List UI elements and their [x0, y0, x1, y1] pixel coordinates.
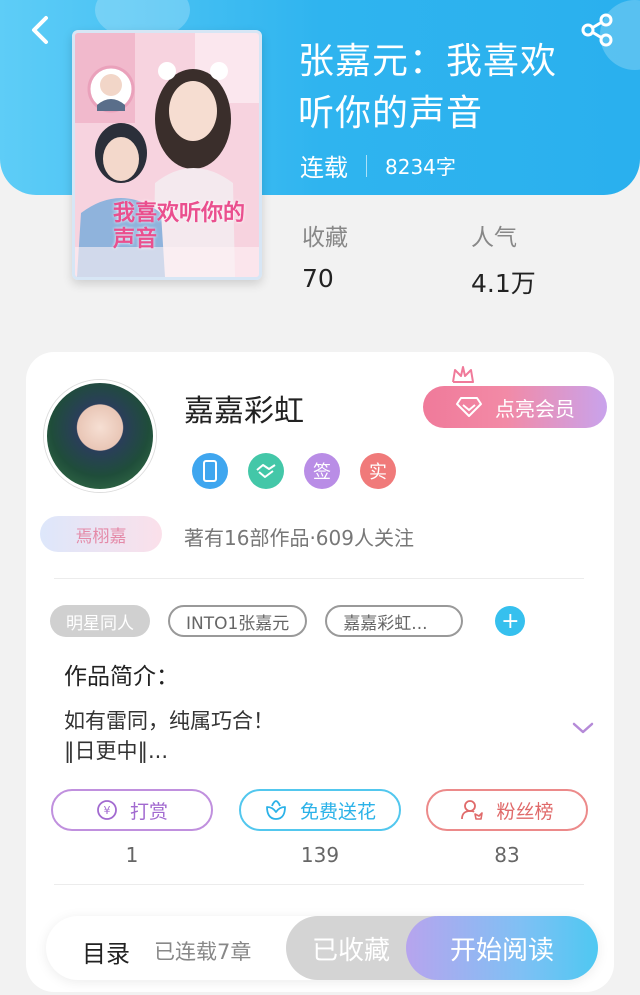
tip-count: 1 — [125, 843, 139, 867]
vip-button[interactable]: 点亮会员 — [423, 386, 607, 428]
send-flower-label: 免费送花 — [299, 800, 376, 823]
fan-count: 83 — [494, 843, 520, 867]
start-reading-label: 开始阅读 — [449, 935, 554, 966]
book-cover[interactable]: 我喜欢听你的声音 — [72, 30, 262, 280]
flower-count: 139 — [300, 843, 340, 867]
tag-item[interactable]: INTO1张嘉元 — [168, 605, 308, 637]
favorites-stat: 收藏 70 — [302, 218, 348, 293]
tag-item[interactable]: 嘉嘉彩虹... — [325, 605, 464, 637]
chevron-left-icon — [32, 16, 48, 44]
fan-ranking-button[interactable]: 粉丝榜 — [426, 789, 588, 831]
verified-badge-text: 实 — [369, 462, 387, 483]
signed-badge: 签 — [304, 453, 340, 489]
author-nickname-badge: 焉栩嘉 — [40, 516, 162, 552]
intro-line: ‖日更中‖... — [64, 739, 169, 763]
handshake-icon — [248, 453, 284, 489]
author-name[interactable]: 嘉嘉彩虹 — [184, 386, 304, 430]
tip-button-label: 打赏 — [129, 800, 168, 823]
author-meta: 著有16部作品·609人关注 — [184, 526, 414, 550]
tag-item[interactable]: 明星同人 — [50, 605, 150, 637]
add-tag-button[interactable]: + — [495, 606, 526, 636]
verified-badge: 实 — [360, 453, 396, 489]
diamond-icon — [456, 397, 482, 417]
book-title-line: 听你的声音 — [298, 93, 484, 134]
svg-text:¥: ¥ — [103, 804, 110, 817]
flower-icon — [266, 800, 286, 820]
start-reading-button[interactable]: 开始阅读 — [406, 916, 598, 980]
popularity-value: 4.1万 — [471, 269, 536, 298]
back-button[interactable] — [22, 10, 62, 50]
serial-status: 连载 — [300, 154, 348, 182]
divider — [54, 578, 584, 579]
plus-icon: + — [501, 608, 520, 634]
divider — [54, 884, 584, 885]
intro-text[interactable]: 如有雷同，纯属巧合！ ‖日更中‖... — [64, 706, 274, 766]
book-status-row: 连载 8234字 — [300, 148, 456, 183]
crown-icon — [452, 366, 474, 383]
coin-icon: ¥ — [97, 800, 117, 820]
fan-ranking-label: 粉丝榜 — [496, 800, 554, 823]
favorited-label: 已收藏 — [312, 935, 391, 966]
favorites-value: 70 — [302, 264, 334, 293]
popularity-label: 人气 — [471, 225, 517, 251]
toc-button[interactable]: 目录 — [82, 934, 130, 969]
tag-list: 明星同人 INTO1张嘉元 嘉嘉彩虹... + — [50, 605, 526, 637]
phone-icon — [192, 453, 228, 489]
word-count: 8234字 — [385, 155, 456, 179]
chapter-count: 已连载7章 — [154, 940, 252, 964]
vip-button-label: 点亮会员 — [495, 396, 575, 421]
tip-button[interactable]: ¥ 打赏 — [51, 789, 213, 831]
divider — [366, 154, 367, 177]
author-avatar[interactable] — [44, 380, 156, 492]
popularity-stat: 人气 4.1万 — [471, 218, 536, 300]
cover-title-text: 我喜欢听你的声音 — [113, 201, 246, 252]
book-title: 张嘉元：我喜欢 听你的声音 — [298, 36, 598, 140]
favorites-label: 收藏 — [302, 225, 348, 251]
send-flower-button[interactable]: 免费送花 — [239, 789, 401, 831]
book-title-line: 张嘉元：我喜欢 — [298, 41, 558, 82]
fans-icon — [461, 800, 484, 820]
chevron-down-icon[interactable] — [570, 718, 596, 738]
intro-line: 如有雷同，纯属巧合！ — [64, 709, 274, 733]
intro-title: 作品简介： — [64, 664, 179, 690]
author-badges: 签 实 — [192, 453, 416, 489]
signed-badge-text: 签 — [313, 462, 331, 483]
